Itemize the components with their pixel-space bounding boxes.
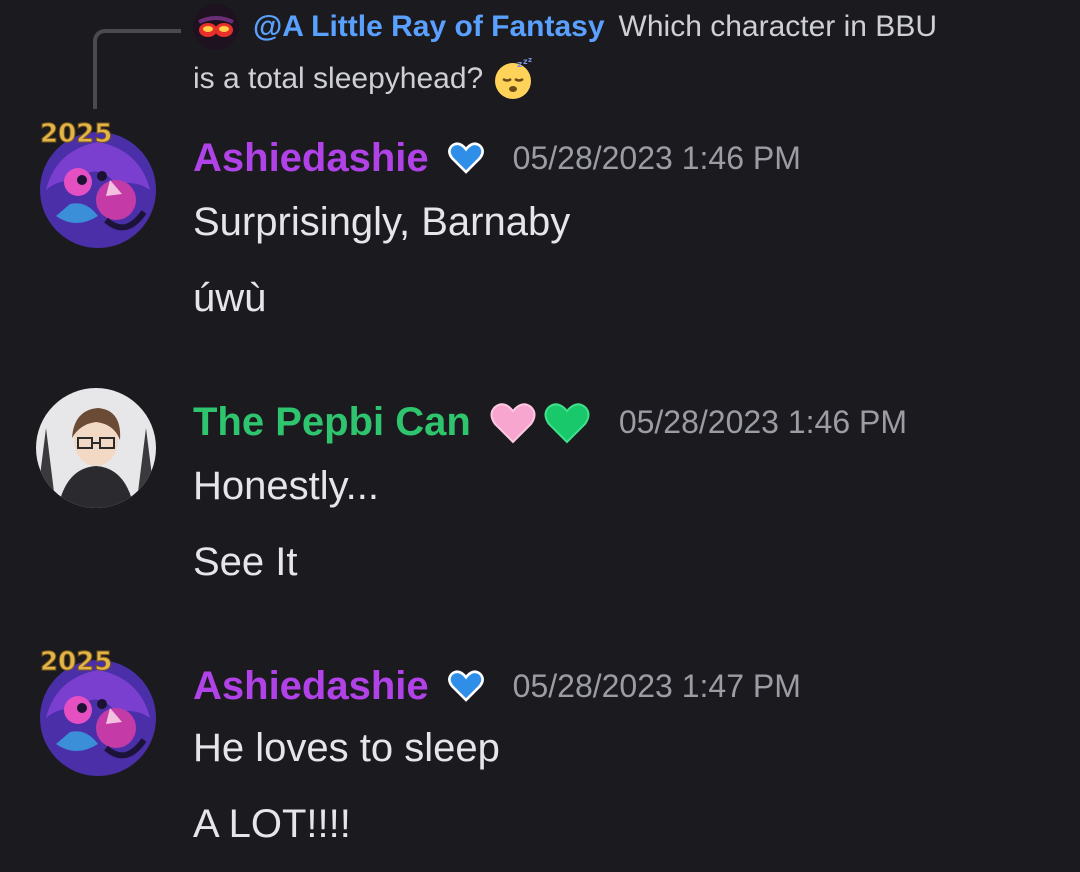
message-text-line: See It bbox=[193, 540, 298, 584]
avatar-the-pepbi-can[interactable] bbox=[36, 388, 156, 508]
avatar-year-text: 2025 bbox=[40, 648, 112, 677]
avatar-ashiedashie[interactable]: 2025 bbox=[36, 648, 156, 776]
timestamp[interactable]: 05/28/2023 1:46 PM bbox=[513, 140, 801, 177]
reply-text-line2: is a total sleepyhead? bbox=[193, 62, 484, 95]
username[interactable]: The Pepbi Can bbox=[193, 400, 471, 445]
pink-heart-icon bbox=[490, 403, 536, 444]
avatar-ashiedashie[interactable]: 2025 bbox=[36, 120, 156, 248]
blue-heart-icon bbox=[447, 142, 484, 174]
message-text-line: He loves to sleep bbox=[193, 726, 500, 770]
message-text-line: úwù bbox=[193, 276, 267, 320]
blue-heart-icon bbox=[447, 670, 484, 702]
sleeping-face-icon: z z z bbox=[495, 57, 532, 99]
username[interactable]: Ashiedashie bbox=[193, 664, 429, 709]
green-heart-icon bbox=[544, 403, 590, 444]
reply-reference[interactable]: @A Little Ray of Fantasy Which character… bbox=[193, 0, 1053, 104]
username[interactable]: Ashiedashie bbox=[193, 136, 429, 181]
reply-text-line1: Which character in BBU bbox=[618, 10, 937, 43]
message-text-line: A LOT!!!! bbox=[193, 802, 351, 846]
svg-text:z: z bbox=[517, 60, 522, 70]
message-header: Ashiedashie 05/28/2023 1:46 PM bbox=[193, 128, 801, 188]
reply-connector bbox=[93, 29, 181, 109]
chat-log: @A Little Ray of Fantasy Which character… bbox=[0, 0, 1080, 872]
message-text-line: Surprisingly, Barnaby bbox=[193, 200, 571, 244]
reply-avatar[interactable] bbox=[193, 4, 239, 50]
message-text-line: Honestly... bbox=[193, 464, 379, 508]
avatar-year-text: 2025 bbox=[40, 120, 112, 149]
svg-text:z: z bbox=[528, 57, 532, 64]
message-header: The Pepbi Can 05/28/2023 1:46 PM bbox=[193, 392, 907, 452]
timestamp[interactable]: 05/28/2023 1:47 PM bbox=[513, 668, 801, 705]
reply-mention[interactable]: @A Little Ray of Fantasy bbox=[253, 10, 605, 44]
timestamp[interactable]: 05/28/2023 1:46 PM bbox=[619, 404, 907, 441]
message-header: Ashiedashie 05/28/2023 1:47 PM bbox=[193, 656, 801, 716]
